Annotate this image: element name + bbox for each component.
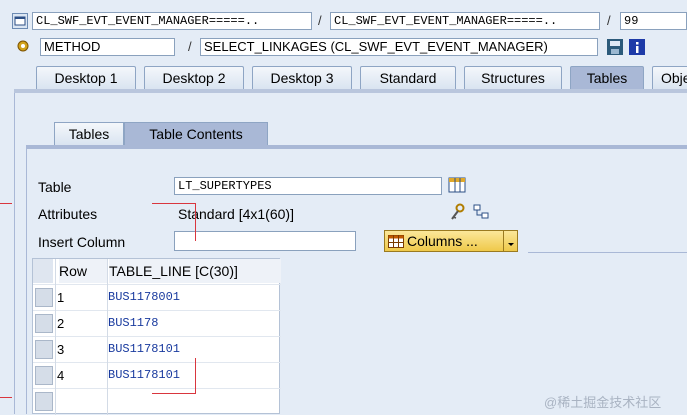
annotation-line <box>195 203 196 241</box>
row-number: 2 <box>57 316 65 331</box>
grid-header-table-line[interactable]: TABLE_LINE [C(30)] <box>109 259 281 283</box>
tab-structures[interactable]: Structures <box>464 66 562 90</box>
table-line-value[interactable]: BUS1178 <box>108 316 158 330</box>
columns-grid-icon <box>388 235 404 248</box>
row-number: 4 <box>57 368 65 383</box>
method-gear-icon <box>16 38 30 54</box>
key-icon[interactable] <box>448 203 466 221</box>
include-field[interactable]: CL_SWF_EVT_EVENT_MANAGER=====.. <box>330 12 600 30</box>
tab-desktop-3[interactable]: Desktop 3 <box>252 66 352 90</box>
attributes-label: Attributes <box>38 206 98 222</box>
row-number: 1 <box>57 290 65 305</box>
grid-header-corner <box>33 259 53 283</box>
inner-panel-border <box>26 149 27 414</box>
table-row[interactable]: 1 BUS1178001 <box>33 284 281 310</box>
subtab-underline <box>26 145 687 149</box>
row-selector[interactable] <box>35 392 53 411</box>
row-selector[interactable] <box>35 340 53 359</box>
watermark: @稀土掘金技术社区 <box>544 395 662 410</box>
row-selector[interactable] <box>35 288 53 307</box>
grid-header-row[interactable]: Row <box>59 259 107 283</box>
main-tabbar: Desktop 1 Desktop 2 Desktop 3 Standard S… <box>14 66 687 90</box>
annotation-line <box>152 393 196 394</box>
subtab-tables[interactable]: Tables <box>54 122 124 146</box>
grid-column-divider <box>107 259 108 415</box>
table-row[interactable]: 2 BUS1178 <box>33 310 281 336</box>
annotation-line <box>0 397 12 398</box>
table-line-value[interactable]: BUS1178101 <box>108 368 180 382</box>
tab-objects[interactable]: Obje <box>652 66 687 90</box>
annotation-line <box>195 358 196 394</box>
table-row[interactable]: 3 BUS1178101 <box>33 336 281 362</box>
info-icon[interactable] <box>628 38 646 56</box>
method-field[interactable]: SELECT_LINKAGES (CL_SWF_EVT_EVENT_MANAGE… <box>200 38 598 56</box>
annotation-line <box>0 203 12 204</box>
insert-column-label: Insert Column <box>38 234 126 250</box>
table-view-icon[interactable] <box>448 176 466 194</box>
type-field[interactable]: METHOD <box>40 38 175 56</box>
table-label: Table <box>38 179 72 195</box>
line-field[interactable]: 99 <box>620 12 687 30</box>
grid-column-divider <box>55 259 56 415</box>
row-selector[interactable] <box>35 366 53 385</box>
tab-standard[interactable]: Standard <box>360 66 456 90</box>
tab-desktop-1[interactable]: Desktop 1 <box>36 66 136 90</box>
content-panel-border <box>14 93 15 414</box>
display-object-icon[interactable] <box>12 13 28 29</box>
hierarchy-icon[interactable] <box>472 203 490 221</box>
table-row[interactable]: 4 BUS1178101 <box>33 362 281 388</box>
columns-button-label: Columns ... <box>407 233 478 249</box>
subtab-table-contents[interactable]: Table Contents <box>124 122 268 146</box>
insert-column-field[interactable] <box>174 231 356 251</box>
columns-dropdown-arrow[interactable] <box>503 231 518 251</box>
tab-panel-edge <box>14 89 687 93</box>
table-line-value[interactable]: BUS1178101 <box>108 342 180 356</box>
table-contents-grid: Row TABLE_LINE [C(30)] 1 BUS1178001 2 BU… <box>32 258 281 415</box>
table-row-empty[interactable] <box>33 388 281 414</box>
columns-button[interactable]: Columns ... <box>384 230 518 252</box>
tab-tables[interactable]: Tables <box>570 66 644 90</box>
annotation-line <box>152 203 196 204</box>
table-line-value[interactable]: BUS1178001 <box>108 290 180 304</box>
row-selector[interactable] <box>35 314 53 333</box>
row-number: 3 <box>57 342 65 357</box>
tab-desktop-2[interactable]: Desktop 2 <box>144 66 244 90</box>
separator-line <box>528 252 687 253</box>
class-field[interactable]: CL_SWF_EVT_EVENT_MANAGER=====.. <box>32 12 312 30</box>
save-icon[interactable] <box>606 38 624 56</box>
table-name-field[interactable]: LT_SUPERTYPES <box>174 177 442 195</box>
